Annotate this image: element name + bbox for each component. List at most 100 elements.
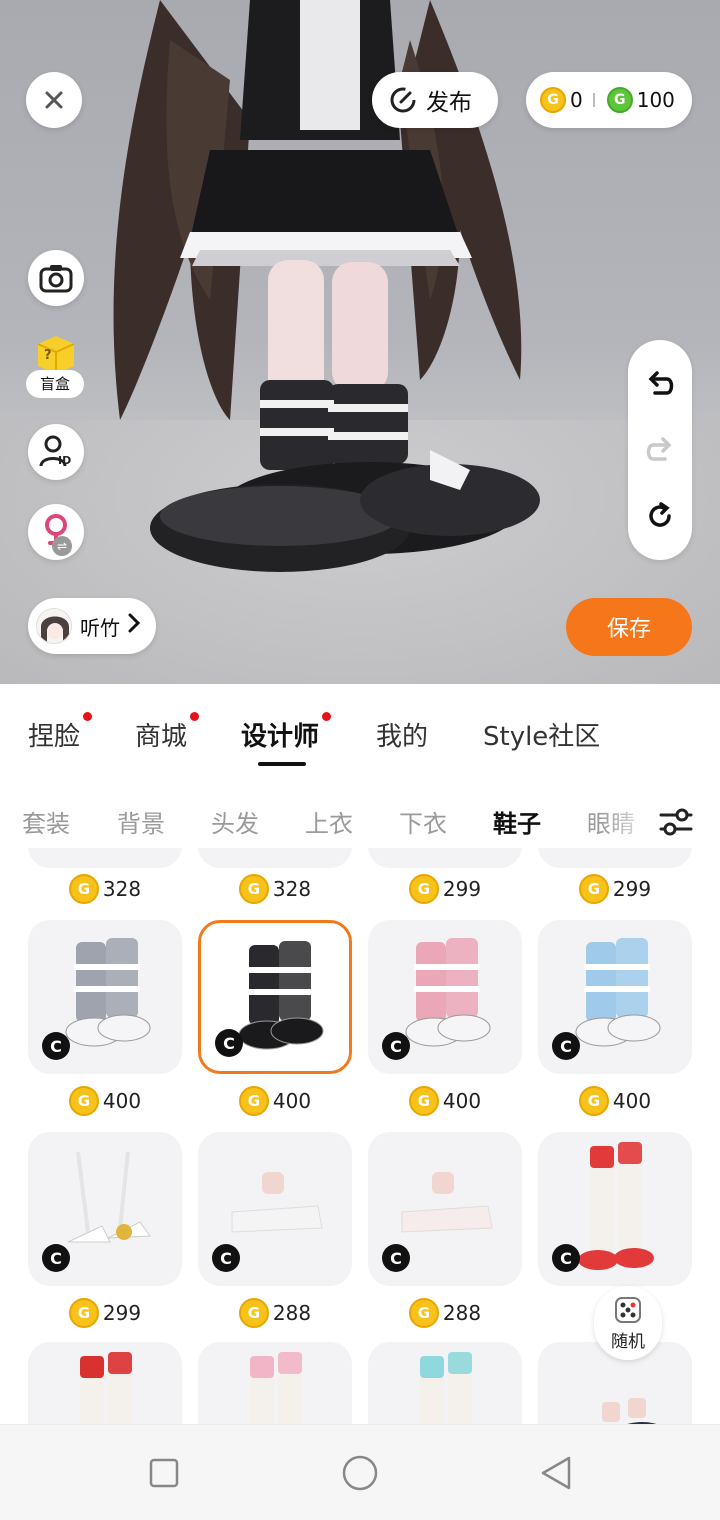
gold-coin-icon: G (238, 1086, 269, 1116)
notification-dot (322, 712, 332, 721)
save-button[interactable]: 保存 (566, 598, 692, 656)
back-triangle-icon (541, 1456, 571, 1490)
price-value: 400 (272, 1089, 312, 1113)
refresh-icon (649, 502, 671, 527)
price-value: 299 (612, 877, 652, 901)
redo-button[interactable] (640, 430, 680, 470)
square-icon (149, 1458, 179, 1488)
close-icon (45, 91, 63, 109)
swap-icon: ⇌ (52, 536, 72, 556)
item-card[interactable] (198, 1342, 352, 1424)
notification-dot (83, 712, 93, 721)
home-button[interactable] (340, 1453, 380, 1493)
recent-apps-button[interactable] (144, 1453, 184, 1493)
gold-coin-icon: G (578, 1086, 609, 1116)
blind-box-button[interactable]: ? 盲盒 (26, 330, 86, 400)
item-card[interactable] (28, 1342, 182, 1424)
item-price: G 288 (190, 1296, 360, 1330)
gender-switch-button[interactable]: ⇌ (28, 504, 84, 560)
blind-box-label: 盲盒 (26, 370, 84, 398)
gold-coin-icon: G (408, 874, 439, 904)
item-card[interactable]: C (538, 1132, 692, 1286)
item-thumbnail (420, 1352, 472, 1424)
publish-icon (390, 87, 416, 113)
category-hair[interactable]: 头发 (211, 804, 259, 839)
item-card[interactable]: C (368, 920, 522, 1074)
category-top[interactable]: 上衣 (305, 804, 353, 839)
item-price: G 328 (190, 872, 360, 906)
camera-button[interactable] (28, 250, 84, 306)
price-value: 299 (442, 877, 482, 901)
item-card[interactable] (28, 848, 182, 868)
camera-icon (39, 265, 73, 293)
gold-coin-icon: G (578, 874, 609, 904)
item-card[interactable] (198, 848, 352, 868)
sliders-icon (659, 808, 693, 836)
item-card[interactable] (538, 848, 692, 868)
main-tabs: 捏脸 商城 设计师 我的 Style社区 (0, 684, 720, 784)
item-card[interactable]: C (198, 1132, 352, 1286)
undo-icon (648, 371, 674, 395)
dice-icon (615, 1296, 641, 1323)
tab-label: 捏脸 (28, 722, 81, 752)
item-card[interactable] (368, 1342, 522, 1424)
tab-label: 我的 (376, 722, 429, 752)
creator-badge-icon: C (552, 1244, 580, 1272)
gold-coin-icon: G (68, 1086, 99, 1116)
gold-coin-icon: G (68, 1298, 99, 1328)
avatar-id-button[interactable]: ID (28, 424, 84, 480)
item-card-selected[interactable]: C (198, 920, 352, 1074)
tab-store[interactable]: 商城 (135, 712, 200, 753)
history-controls (628, 340, 692, 560)
gold-coin-icon: G (408, 1086, 439, 1116)
designer-name: 听竹 (80, 615, 120, 640)
gold-coin-count: 0 (570, 88, 583, 112)
tab-designer[interactable]: 设计师 (241, 712, 332, 753)
undo-button[interactable] (640, 364, 680, 404)
item-price: G 400 (20, 1084, 190, 1118)
price-value: 400 (102, 1089, 142, 1113)
tab-style-community[interactable]: Style社区 (483, 716, 600, 753)
category-bottom[interactable]: 下衣 (399, 804, 447, 839)
category-background[interactable]: 背景 (117, 804, 165, 839)
item-price: G 400 (190, 1084, 360, 1118)
creator-badge-icon: C (382, 1032, 410, 1060)
system-nav-bar (0, 1424, 720, 1520)
item-card[interactable]: C (28, 1132, 182, 1286)
tab-face[interactable]: 捏脸 (28, 712, 93, 753)
gold-coin-icon: G (408, 1298, 439, 1328)
item-price: G 299 (360, 872, 530, 906)
item-card[interactable] (368, 848, 522, 868)
circle-icon (342, 1455, 378, 1491)
gold-coin-icon: G (238, 1298, 269, 1328)
back-button[interactable] (536, 1453, 576, 1493)
currency-balance[interactable]: G 0 G 100 (526, 72, 692, 128)
redo-icon (646, 437, 672, 461)
category-outfit[interactable]: 套装 (22, 804, 70, 839)
random-label: 随机 (611, 1331, 645, 1352)
creator-badge-icon: C (212, 1244, 240, 1272)
item-card[interactable]: C (368, 1132, 522, 1286)
tab-label: Style社区 (483, 722, 601, 752)
avatar-preview[interactable]: 发布 G 0 G 100 ? 盲盒 ID ⇌ 听竹 保存 (0, 0, 720, 684)
category-shoes[interactable]: 鞋子 (493, 804, 541, 839)
price-value: 400 (442, 1089, 482, 1113)
designer-profile-button[interactable]: 听竹 (28, 598, 156, 654)
tab-mine[interactable]: 我的 (376, 716, 428, 753)
filter-button[interactable] (646, 800, 706, 844)
item-price: G 400 (360, 1084, 530, 1118)
creator-badge-icon: C (42, 1032, 70, 1060)
random-button[interactable]: 随机 (594, 1286, 662, 1360)
item-price: G 328 (20, 872, 190, 906)
creator-badge-icon: C (215, 1029, 243, 1057)
gold-coin-icon: G (68, 874, 99, 904)
tab-label: 设计师 (241, 722, 320, 752)
publish-button[interactable]: 发布 (372, 72, 498, 128)
item-card[interactable]: C (538, 920, 692, 1074)
reset-button[interactable] (640, 496, 680, 536)
price-value: 288 (442, 1301, 482, 1325)
item-card[interactable]: C (28, 920, 182, 1074)
avatar (36, 608, 72, 644)
divider (592, 93, 595, 107)
close-button[interactable] (26, 72, 82, 128)
